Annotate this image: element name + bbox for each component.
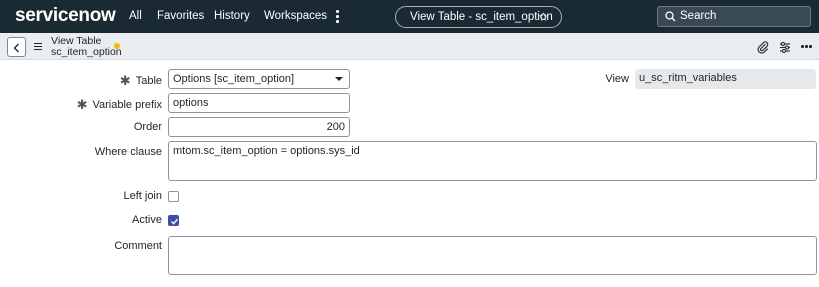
- record-name-label: sc_item_option: [51, 46, 122, 58]
- order-input[interactable]: 200: [168, 117, 350, 137]
- modified-indicator: [114, 43, 120, 49]
- form-header: View Table sc_item_option: [0, 33, 819, 60]
- active-label: Active: [132, 214, 162, 226]
- nav-history[interactable]: History: [214, 10, 250, 23]
- global-search-button[interactable]: Search: [657, 6, 811, 27]
- search-label: Search: [680, 10, 717, 22]
- checkmark-icon: [171, 218, 179, 225]
- nav-favorites[interactable]: Favorites: [157, 10, 204, 23]
- where-clause-label: Where clause: [94, 146, 162, 158]
- required-asterisk-icon: ✱: [119, 73, 131, 88]
- nav-all[interactable]: All: [129, 10, 142, 23]
- active-checkbox[interactable]: [168, 215, 179, 226]
- view-field: u_sc_ritm_variables: [635, 69, 816, 89]
- page-title: View Table - sc_item_option: [410, 11, 553, 23]
- variable-prefix-input[interactable]: options: [168, 93, 350, 113]
- table-select[interactable]: Options [sc_item_option]: [168, 69, 350, 89]
- table-select-value: Options [sc_item_option]: [173, 73, 295, 85]
- variable-prefix-label: ✱ Variable prefix: [76, 97, 162, 112]
- paperclip-icon[interactable]: [756, 40, 770, 54]
- view-field-label: View: [605, 73, 629, 85]
- back-button[interactable]: [7, 37, 26, 57]
- nav-workspaces[interactable]: Workspaces: [264, 10, 327, 23]
- page-title-pill: View Table - sc_item_option ☆: [395, 6, 562, 28]
- comment-label: Comment: [114, 240, 162, 252]
- form-menu-icon[interactable]: [34, 43, 42, 50]
- more-options-icon[interactable]: [801, 45, 813, 49]
- settings-sliders-icon[interactable]: [778, 40, 792, 54]
- chevron-left-icon: [13, 43, 19, 53]
- order-label: Order: [133, 121, 162, 133]
- caret-down-icon: [335, 77, 343, 81]
- left-join-label: Left join: [123, 190, 162, 202]
- table-field-label: ✱ Table: [119, 73, 162, 88]
- favorite-star-icon[interactable]: ☆: [538, 7, 549, 27]
- search-icon: [665, 11, 676, 22]
- top-nav-bar: servicenow All Favorites History Workspa…: [0, 0, 819, 33]
- comment-textarea[interactable]: [168, 236, 817, 275]
- servicenow-logo[interactable]: servicenow: [15, 6, 116, 26]
- left-join-checkbox[interactable]: [168, 191, 179, 202]
- nav-more-icon[interactable]: [332, 8, 342, 24]
- required-asterisk-icon: ✱: [76, 97, 88, 112]
- where-clause-textarea[interactable]: mtom.sc_item_option = options.sys_id: [168, 141, 817, 181]
